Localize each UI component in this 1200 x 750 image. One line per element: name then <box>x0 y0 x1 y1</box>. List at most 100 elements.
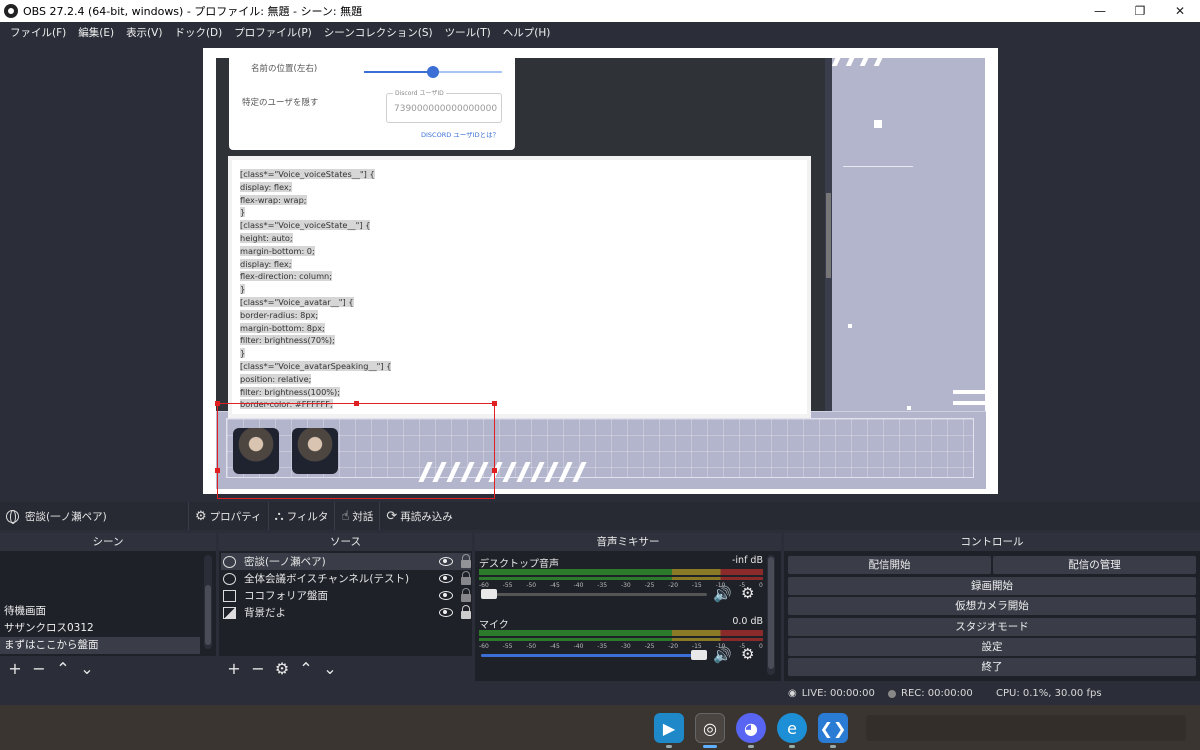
unlock-icon[interactable] <box>461 570 471 585</box>
eye-icon[interactable] <box>439 574 453 583</box>
scale-tick: -15 <box>691 582 702 589</box>
gear-icon: ⚙ <box>195 508 207 524</box>
fader-knob[interactable] <box>481 589 497 599</box>
start-virtual-camera-button[interactable]: 仮想カメラ開始 <box>788 597 1196 615</box>
scale-tick: 0 <box>759 643 763 650</box>
menu-file[interactable]: ファイル(F) <box>4 25 72 40</box>
menu-edit[interactable]: 編集(E) <box>72 25 120 40</box>
menu-tools[interactable]: ツール(T) <box>439 25 497 40</box>
gear-icon[interactable]: ⚙ <box>741 645 754 663</box>
move-source-down-button[interactable]: ⌄ <box>321 659 339 678</box>
scene-scrollbar[interactable] <box>204 555 212 649</box>
source-toggles <box>439 587 471 602</box>
window-title: OBS 27.2.4 (64-bit, windows) - プロファイル: 無… <box>23 5 363 18</box>
eye-icon[interactable] <box>439 591 453 600</box>
source-properties-gear-icon[interactable]: ⚙ <box>273 659 291 678</box>
unlock-icon[interactable] <box>461 553 471 568</box>
start-streaming-button[interactable]: 配信開始 <box>788 556 991 574</box>
lock-icon[interactable] <box>461 604 471 619</box>
settings-button[interactable]: 設定 <box>788 638 1196 656</box>
resize-handle[interactable] <box>492 468 497 473</box>
minimize-button[interactable]: — <box>1080 0 1120 22</box>
source-item[interactable]: 全体会議ボイスチャンネル(テスト) <box>221 570 471 587</box>
menu-help[interactable]: ヘルプ(H) <box>497 25 557 40</box>
volume-slider[interactable] <box>481 650 707 660</box>
remove-scene-button[interactable]: − <box>30 659 48 678</box>
scale-tick: 0 <box>759 582 763 589</box>
restore-button[interactable]: ❐ <box>1120 0 1160 22</box>
close-button[interactable]: ✕ <box>1160 0 1200 22</box>
panel-scrollbar[interactable] <box>825 58 832 411</box>
properties-button[interactable]: ⚙ プロパティ <box>188 502 268 530</box>
taskbar-blurred-area <box>866 715 1186 741</box>
eye-icon[interactable] <box>439 557 453 566</box>
menu-profile[interactable]: プロファイル(P) <box>228 25 318 40</box>
start-recording-button[interactable]: 録画開始 <box>788 577 1196 595</box>
scale-tick: -15 <box>691 643 702 650</box>
studio-mode-button[interactable]: スタジオモード <box>788 618 1196 636</box>
source-selection-box[interactable] <box>215 401 497 499</box>
scrollbar-thumb[interactable] <box>768 557 774 669</box>
source-item[interactable]: ココフォリア盤面 <box>221 587 471 604</box>
resize-handle[interactable] <box>215 401 220 406</box>
move-source-up-button[interactable]: ⌃ <box>297 659 315 678</box>
globe-icon <box>6 509 19 524</box>
remove-source-button[interactable]: − <box>249 659 267 678</box>
edge-browser-icon[interactable]: e <box>777 713 807 743</box>
fader-knob[interactable] <box>691 650 707 660</box>
manage-broadcast-button[interactable]: 配信の管理 <box>993 556 1196 574</box>
menu-view[interactable]: 表示(V) <box>120 25 168 40</box>
source-label: ココフォリア盤面 <box>244 590 328 602</box>
unlock-icon[interactable] <box>461 587 471 602</box>
add-source-button[interactable]: + <box>225 659 243 678</box>
discord-id-help-link[interactable]: DISCORD ユーザIDとは？ <box>421 129 499 139</box>
track-db: 0.0 dB <box>732 616 763 627</box>
sources-dock: ソース 密談(一ノ瀬ペア) 全体会議ボイスチャンネル(テスト) ココフォリア盤面… <box>219 533 472 681</box>
scene-item[interactable]: まずはここから盤面 <box>0 637 200 654</box>
move-scene-up-button[interactable]: ⌃ <box>54 659 72 678</box>
interact-button[interactable]: ☝ 対話 <box>334 502 379 530</box>
controls-dock: コントロール 配信開始 配信の管理 録画開始 仮想カメラ開始 スタジオモード 設… <box>784 533 1200 681</box>
mixer-scrollbar[interactable] <box>767 555 775 675</box>
source-item[interactable]: 背景だよ <box>221 604 471 621</box>
source-item[interactable]: 密談(一ノ瀬ペア) <box>221 553 471 570</box>
vscode-icon[interactable]: ❮❯ <box>818 713 848 743</box>
filters-button[interactable]: ⛬ フィルタ <box>267 502 335 530</box>
refresh-button[interactable]: ⟳ 再読み込み <box>379 502 458 530</box>
resize-handle[interactable] <box>215 468 220 473</box>
slider-knob[interactable] <box>427 66 439 78</box>
css-code-line: margin-bottom: 0; <box>240 245 315 256</box>
scrollbar-thumb[interactable] <box>205 585 211 645</box>
discord-icon[interactable]: ◕ <box>736 713 766 743</box>
exit-button[interactable]: 終了 <box>788 658 1196 676</box>
preview-area[interactable]: 名前の位置(左右) 特定のユーザを隠す Discord ユーザID 739000… <box>0 42 1200 502</box>
css-code-line: } <box>240 284 246 295</box>
custom-css-box[interactable]: [class*="Voice_voiceStates__"] { display… <box>228 156 811 418</box>
resize-handle[interactable] <box>354 401 359 406</box>
gear-icon[interactable]: ⚙ <box>741 584 754 602</box>
eye-icon[interactable] <box>439 608 453 617</box>
resize-handle[interactable] <box>492 401 497 406</box>
scene-list: 待機画面 サザンクロス0312 まずはここから盤面 <box>0 551 216 656</box>
obs-app-icon[interactable]: ◎ <box>695 713 725 743</box>
speaker-icon[interactable]: 🔊 <box>713 646 732 664</box>
move-scene-down-button[interactable]: ⌄ <box>78 659 96 678</box>
scene-item[interactable]: サザンクロス0312 <box>0 620 200 637</box>
discord-id-field[interactable]: Discord ユーザID 739000000000000000 <box>386 88 502 123</box>
source-label: 背景だよ <box>244 607 286 619</box>
name-position-slider[interactable] <box>364 66 502 78</box>
css-code-line: display: flex; <box>240 181 292 192</box>
speaker-icon[interactable]: 🔊 <box>713 585 732 603</box>
css-code-line: border-radius: 8px; <box>240 309 319 320</box>
css-code-line: } <box>240 348 246 359</box>
volume-slider[interactable] <box>481 589 707 599</box>
scale-tick: -20 <box>668 582 679 589</box>
zoom-camera-icon[interactable]: ▶ <box>654 713 684 743</box>
add-scene-button[interactable]: + <box>6 659 24 678</box>
menu-scene-collection[interactable]: シーンコレクション(S) <box>318 25 439 40</box>
track-name: マイク <box>479 620 509 631</box>
window-controls: — ❐ ✕ <box>1080 0 1200 22</box>
menu-docks[interactable]: ドック(D) <box>168 25 228 40</box>
scrollbar-thumb[interactable] <box>826 193 831 278</box>
scene-item[interactable]: 待機画面 <box>0 603 200 620</box>
